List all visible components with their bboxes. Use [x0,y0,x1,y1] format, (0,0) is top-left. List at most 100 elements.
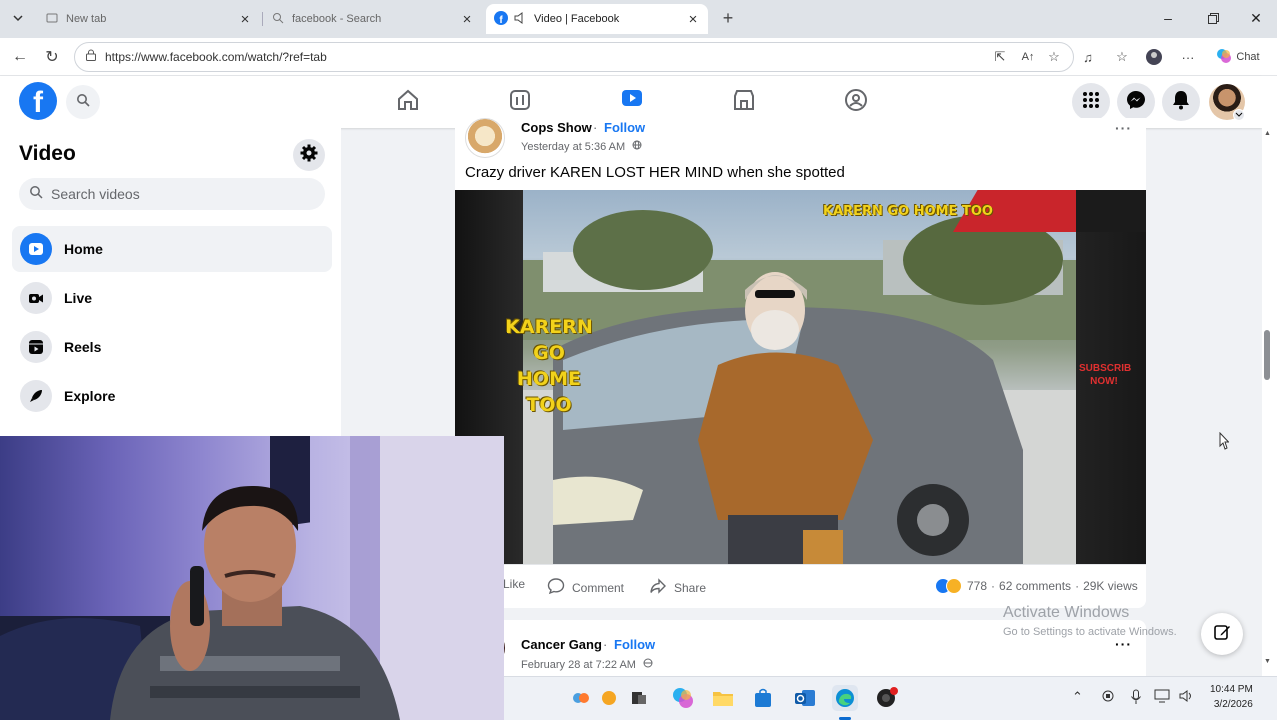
close-window-button[interactable]: ✕ [1238,6,1274,30]
microphone-icon[interactable] [1130,689,1142,708]
sidebar-item-live[interactable]: Live [12,275,332,321]
nav-home[interactable] [352,76,464,128]
page-name-link[interactable]: Cops Show [521,120,592,135]
reaction-count[interactable]: 778 [967,579,987,593]
comment-button[interactable]: Comment [547,577,624,598]
video-player[interactable]: KARERN GO HOME TOO KARERN GO HOME TOO SU… [455,190,1146,564]
page-name-link[interactable]: Cancer Gang [521,637,602,652]
messenger-button[interactable] [1117,83,1155,121]
play-icon [20,233,52,265]
new-tab-icon [46,12,58,27]
task-view-icon[interactable] [626,685,652,711]
obs-icon[interactable] [874,685,900,711]
store-icon[interactable] [750,685,776,711]
follow-button[interactable]: Follow [604,120,645,135]
sidebar-item-label: Live [64,290,93,306]
search-videos-input[interactable] [51,186,291,202]
new-tab-button[interactable]: + [716,7,740,29]
show-hidden-icons-icon[interactable]: ⌃ [1072,689,1083,705]
post-more-options-icon[interactable]: ··· [1115,120,1132,136]
sidebar-item-reels[interactable]: Reels [12,324,332,370]
sidebar-item-label: Reels [64,339,102,355]
open-in-app-icon[interactable]: ⇱ [990,48,1010,66]
tab-actions-icon[interactable] [6,7,30,29]
outlook-icon[interactable] [792,685,818,711]
post-timestamp[interactable]: February 28 at 7:22 AM [521,658,653,671]
view-count: 29K views [1083,579,1138,593]
chevron-down-icon[interactable] [1233,109,1245,121]
post-time-text: February 28 at 7:22 AM [521,659,636,671]
separator-dot: · [1075,579,1080,593]
minimize-button[interactable]: – [1150,6,1186,30]
copilot-chat-button[interactable]: Chat [1212,48,1264,66]
follow-button[interactable]: Follow [614,637,655,652]
page-avatar[interactable] [465,118,505,158]
display-icon[interactable] [1154,689,1170,706]
feeds-icon [508,88,532,117]
read-aloud-icon[interactable]: A↑ [1018,48,1038,66]
browser-tab-strip: New tab × facebook - Search × f Video | … [0,0,1277,38]
globe-icon [632,140,642,153]
refresh-button[interactable]: ↻ [40,46,64,68]
edge-taskbar-icon[interactable] [832,685,858,711]
scroll-up-arrow-icon[interactable]: ▲ [1264,130,1271,137]
favorites-icon[interactable]: ☆ [1112,48,1132,66]
comment-icon [547,577,565,598]
sidebar-item-home[interactable]: Home [12,226,332,272]
video-post-card: Cops Show · Follow Yesterday at 5:36 AM … [455,118,1146,608]
close-tab-icon[interactable]: × [460,11,474,28]
tab-divider [262,12,263,26]
scroll-down-arrow-icon[interactable]: ▼ [1264,658,1271,665]
settings-button[interactable] [293,139,325,171]
notifications-button[interactable] [1162,83,1200,121]
overlay-line: GO [533,342,565,364]
facebook-icon: f [494,10,508,28]
home-icon [396,88,420,117]
profile-icon[interactable] [1144,48,1164,66]
search-icon [76,93,90,112]
facebook-search-button[interactable] [66,85,100,119]
back-button[interactable]: ← [8,46,32,68]
scrollbar-thumb[interactable] [1264,330,1270,380]
video-overlay-top-text: KARERN GO HOME TOO [823,204,993,219]
like-button[interactable]: Like [503,577,525,591]
widgets-icon[interactable] [570,685,596,711]
volume-icon[interactable] [1179,689,1195,706]
close-tab-icon[interactable]: × [238,11,252,28]
sidebar-title: Video [19,142,76,165]
favorite-star-icon[interactable]: ☆ [1044,48,1064,66]
tab-video-facebook[interactable]: f Video | Facebook × [486,4,708,34]
tab-new-tab[interactable]: New tab × [38,4,260,34]
close-tab-icon[interactable]: × [686,11,700,28]
video-icon [620,86,644,115]
copilot-icon [1216,48,1232,67]
more-options-icon[interactable]: ··· [1178,48,1198,66]
weather-icon[interactable] [596,685,622,711]
address-bar[interactable]: https://www.facebook.com/watch/?ref=tab [74,42,1074,72]
new-message-button[interactable] [1201,613,1243,655]
rocket-icon [20,380,52,412]
post-more-options-icon[interactable]: ··· [1115,636,1132,652]
mouse-cursor-icon [1219,432,1229,450]
speaker-icon[interactable] [514,11,526,27]
share-button[interactable]: Share [649,577,706,598]
post-stats: 778 · 62 comments · 29K views [935,578,1138,594]
network-icon[interactable] [1100,689,1116,706]
clock-time: 10:44 PM [1210,684,1253,695]
tab-facebook-search[interactable]: facebook - Search × [264,4,482,34]
extensions-icon[interactable]: ♫ [1078,48,1098,66]
search-icon [29,185,43,204]
sidebar-item-explore[interactable]: Explore [12,373,332,419]
subscribe-line: NOW! [1090,376,1118,387]
messenger-icon [1126,90,1146,115]
webcam-scene [0,436,504,720]
facebook-logo[interactable]: f [19,82,57,120]
post-timestamp[interactable]: Yesterday at 5:36 AM [521,140,642,153]
comment-count[interactable]: 62 comments [999,579,1071,593]
restore-button[interactable] [1195,6,1231,30]
copilot-taskbar-icon[interactable] [670,685,696,711]
menu-button[interactable] [1072,83,1110,121]
system-clock[interactable]: 10:44 PM 3/2/2026 [1210,682,1253,712]
video-search-box[interactable] [19,178,325,210]
file-explorer-icon[interactable] [710,685,736,711]
